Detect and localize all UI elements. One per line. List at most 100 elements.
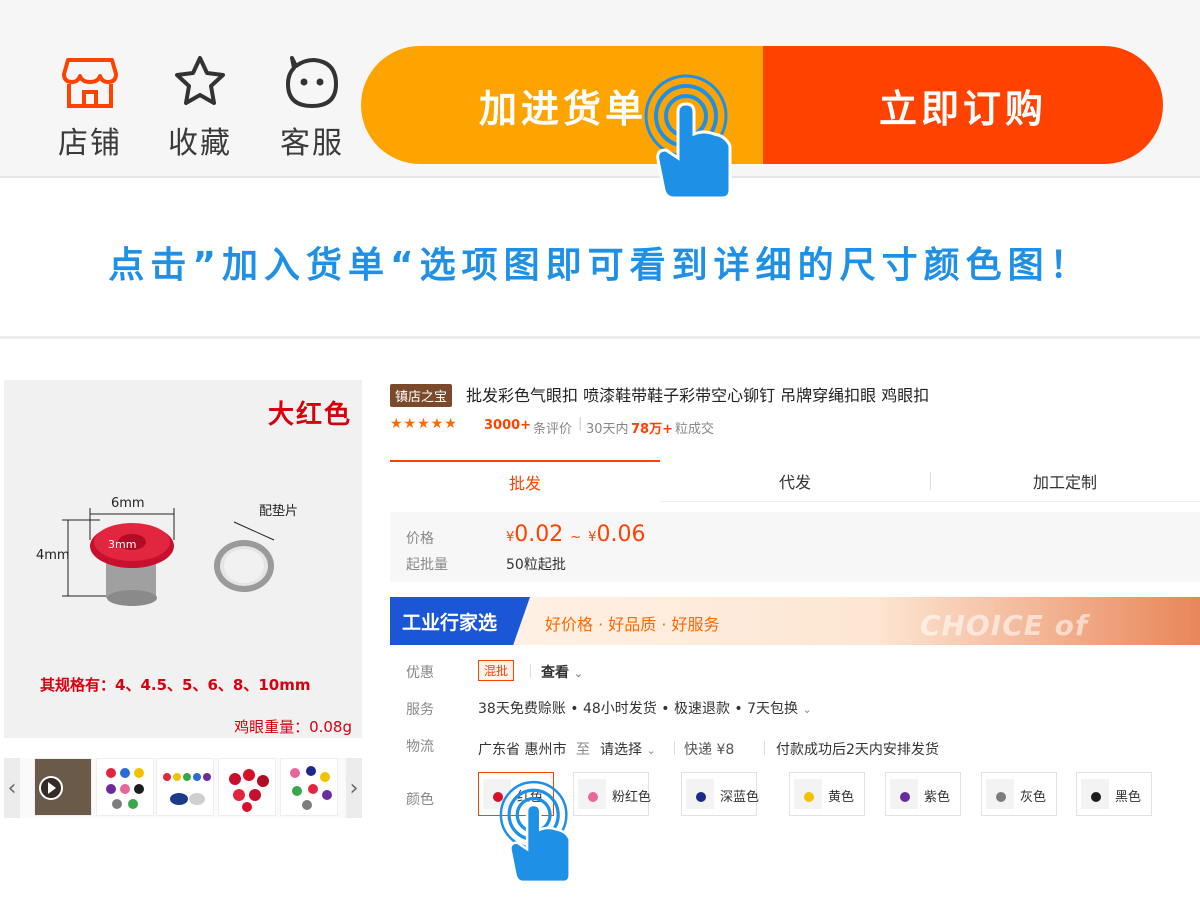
price-box: 价格 起批量 ¥0.02 ~ ¥0.06 50粒起批 (390, 512, 1200, 582)
swatch-color-dot (900, 792, 910, 802)
swatch-color-dot (804, 792, 814, 802)
color-swatch[interactable]: 黑色 (1076, 772, 1152, 816)
store-button[interactable]: 店铺 (50, 52, 130, 162)
service-label: 客服 (280, 126, 344, 161)
service-guarantees[interactable]: 38天免费赊账 • 48小时发货 • 极速退款 • 7天包换 ⌄ (478, 698, 812, 718)
destination-select[interactable]: 请选择 ⌄ (600, 739, 656, 759)
swatch-label: 灰色 (1020, 790, 1047, 805)
express-fee: 快递 ¥8 (684, 742, 735, 758)
price-tilde: ~ (570, 530, 582, 545)
swatch-color-dot (588, 792, 598, 802)
color-swatch[interactable]: 黄色 (789, 772, 865, 816)
rating-stars-icon: ★★★★★ (390, 416, 458, 432)
ship-origin: 广东省 惠州市 (478, 742, 567, 758)
service-value: 38天免费赊账 • 48小时发货 • 极速退款 • 7天包换 (478, 701, 799, 717)
color-label: 颜色 (406, 792, 434, 808)
promo-view-label: 查看 (541, 665, 569, 681)
price-label: 价格 (406, 531, 434, 547)
store-label: 店铺 (58, 126, 122, 161)
dimension-height-label: 4mm (36, 548, 70, 563)
sold-unit: 粒成交 (675, 422, 715, 437)
logistics-label: 物流 (406, 739, 434, 755)
color-swatch[interactable]: 深蓝色 (681, 772, 760, 816)
price-range: ¥0.02 ~ ¥0.06 (506, 522, 645, 547)
buy-now-label: 立即订购 (878, 86, 1047, 131)
promo-label: 优惠 (406, 665, 434, 681)
thumb-prev-arrow-icon[interactable]: ‹ (4, 758, 20, 818)
spec-text: 其规格有：4、4.5、5、6、8、10mm (40, 676, 311, 694)
swatch-color-dot (696, 792, 706, 802)
ship-to-label: 至 (576, 742, 590, 758)
color-swatch[interactable]: 灰色 (981, 772, 1057, 816)
swatch-label: 黄色 (828, 790, 855, 805)
chevron-down-icon: ⌄ (802, 703, 812, 716)
review-count[interactable]: 3000+ (484, 418, 531, 433)
color-swatch[interactable]: 紫色 (885, 772, 961, 816)
swatch-color-dot (1091, 792, 1101, 802)
swatch-thumbnail (890, 779, 918, 809)
expert-choice-banner: 工业行家选 好价格 · 好品质 · 好服务 CHOICE of EXPERT (390, 597, 1200, 645)
banner-text: 好价格 · 好品质 · 好服务 (545, 615, 720, 634)
moq-label: 起批量 (406, 557, 448, 573)
swatch-label: 深蓝色 (720, 790, 760, 805)
tap-hand-icon (499, 780, 571, 884)
dimension-width-label: 6mm (111, 496, 145, 511)
swatch-thumbnail (794, 779, 822, 809)
purchase-mode-tabs: 批发 代发 加工定制 (390, 460, 1200, 502)
price-high: 0.06 (596, 522, 646, 547)
promo-view-link[interactable]: 查看 ⌄ (541, 662, 583, 682)
row-divider (530, 664, 531, 678)
buy-now-button[interactable]: 立即订购 (763, 46, 1163, 164)
tab-dropship[interactable]: 代发 (660, 460, 930, 502)
row-divider (764, 741, 765, 755)
review-label[interactable]: 条评价 (533, 418, 572, 437)
washer-label: 配垫片 (259, 504, 299, 519)
chevron-down-icon: ⌄ (573, 667, 584, 680)
weight-text: 鸡眼重量：0.08g (234, 718, 352, 736)
swatch-thumbnail (686, 779, 714, 809)
thumbnail-image[interactable] (280, 758, 338, 816)
tab-customization[interactable]: 加工定制 (930, 460, 1200, 502)
favorite-label: 收藏 (168, 126, 232, 161)
product-main-image[interactable]: 大红色 6mm 4mm 3mm 配垫片 其规格有：4、4.5、5、6、8、10m… (4, 380, 362, 738)
destination-placeholder: 请选择 (600, 742, 642, 758)
customer-service-button[interactable]: 客服 (272, 52, 352, 162)
row-divider (674, 741, 675, 755)
store-icon (50, 52, 130, 112)
swatch-thumbnail (986, 779, 1014, 809)
favorite-button[interactable]: 收藏 (160, 52, 240, 162)
shop-treasure-badge: 镇店之宝 (390, 384, 453, 407)
banner-watermark: CHOICE of EXPERT (920, 609, 1089, 645)
chat-face-icon (272, 52, 352, 112)
thumbnail-image[interactable] (218, 758, 276, 816)
swatch-thumbnail (1081, 779, 1109, 809)
thumb-next-arrow-icon[interactable]: › (346, 758, 362, 818)
sold-count: 78万+ (631, 422, 673, 437)
swatch-label: 黑色 (1115, 790, 1142, 805)
swatch-color-dot (996, 792, 1006, 802)
instruction-text: 点击”加入货单“选项图即可看到详细的尺寸颜色图！ (108, 245, 1092, 286)
thumbnail-image[interactable] (156, 758, 214, 816)
price-low: 0.02 (514, 522, 564, 547)
section-divider (0, 336, 1200, 339)
shipping-note: 付款成功后2天内安排发货 (776, 742, 939, 758)
banner-tag: 工业行家选 (390, 597, 530, 645)
swatch-label: 粉红色 (612, 790, 652, 805)
product-title: 批发彩色气眼扣 喷漆鞋带鞋子彩带空心铆钉 吊牌穿绳扣眼 鸡眼扣 (466, 386, 930, 405)
chevron-down-icon: ⌄ (646, 744, 656, 757)
dimension-inner-label: 3mm (108, 538, 137, 551)
swatch-label: 紫色 (924, 790, 951, 805)
moq-value: 50粒起批 (506, 557, 566, 573)
thumbnail-strip: ‹ › (4, 758, 362, 818)
star-icon (160, 52, 240, 112)
sold-period-label: 30天内 (586, 422, 629, 437)
tap-hand-icon (644, 74, 732, 200)
thumbnail-image[interactable] (96, 758, 154, 816)
stats-divider: | (578, 416, 583, 431)
action-bar: 店铺 收藏 客服 加进货单 立即订购 (0, 0, 1200, 200)
thumbnail-video[interactable] (34, 758, 92, 816)
play-icon (39, 776, 63, 800)
add-to-cart-label: 加进货单 (479, 86, 648, 131)
service-row-label: 服务 (406, 702, 434, 718)
tab-wholesale[interactable]: 批发 (390, 460, 660, 502)
